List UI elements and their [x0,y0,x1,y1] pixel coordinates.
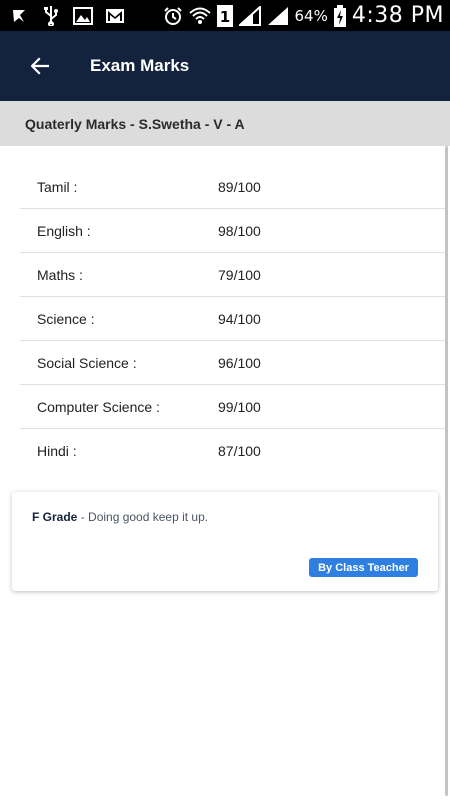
class-teacher-badge: By Class Teacher [309,558,418,577]
status-bar-left [8,5,136,27]
image-icon [72,5,94,27]
status-bar-right: 1 64% 4:38 PM [157,3,445,28]
battery-charging-icon [333,4,346,27]
remark-line: F Grade - Doing good keep it up. [32,510,208,524]
status-bar: 1 64% 4:38 PM [0,0,450,31]
mark-score: 94/100 [218,310,261,327]
mark-subject: English : [37,222,91,239]
mark-subject: Social Science : [37,354,137,371]
mark-score: 96/100 [218,354,261,371]
mark-score: 99/100 [218,398,261,415]
wifi-icon [188,6,211,26]
marks-list: Tamil : 89/100 English : 98/100 Maths : … [20,165,448,473]
mark-row: Social Science : 96/100 [20,341,448,385]
signal-icon [267,6,289,26]
mark-row: Science : 94/100 [20,297,448,341]
notification-icon [8,5,30,27]
mark-score: 98/100 [218,222,261,239]
usb-icon [40,5,62,27]
mark-row: Computer Science : 99/100 [20,385,448,429]
mark-subject: Science : [37,310,95,327]
mark-row: English : 98/100 [20,209,448,253]
remark-card: F Grade - Doing good keep it up. By Clas… [12,492,438,591]
mark-row: Tamil : 89/100 [20,165,448,209]
app-bar: Exam Marks [0,31,450,101]
mark-subject: Computer Science : [37,398,160,415]
remark-comment: - Doing good keep it up. [77,510,209,524]
grade-label: F Grade [32,510,78,524]
alarm-icon [163,6,183,26]
exam-subheader: Quaterly Marks - S.Swetha - V - A [0,101,450,146]
mark-row: Hindi : 87/100 [20,429,448,473]
battery-percent: 64% [294,6,328,25]
back-button[interactable] [20,46,60,86]
arrow-back-icon [31,57,49,75]
mark-subject: Hindi : [37,443,77,459]
mark-score: 87/100 [218,443,261,459]
mark-score: 79/100 [218,266,261,283]
scrollbar[interactable] [445,146,448,796]
mark-row: Maths : 79/100 [20,253,448,297]
status-time: 4:38 PM [351,3,444,28]
gmail-icon [104,5,126,27]
signal-icon [238,5,261,26]
svg-text:1: 1 [219,8,229,26]
page-title: Exam Marks [90,56,190,75]
mark-score: 89/100 [218,178,261,195]
mark-subject: Maths : [37,266,83,283]
sim-1-icon: 1 [216,4,233,27]
exam-subheader-title: Quaterly Marks - S.Swetha - V - A [25,115,245,132]
mark-subject: Tamil : [37,178,78,195]
